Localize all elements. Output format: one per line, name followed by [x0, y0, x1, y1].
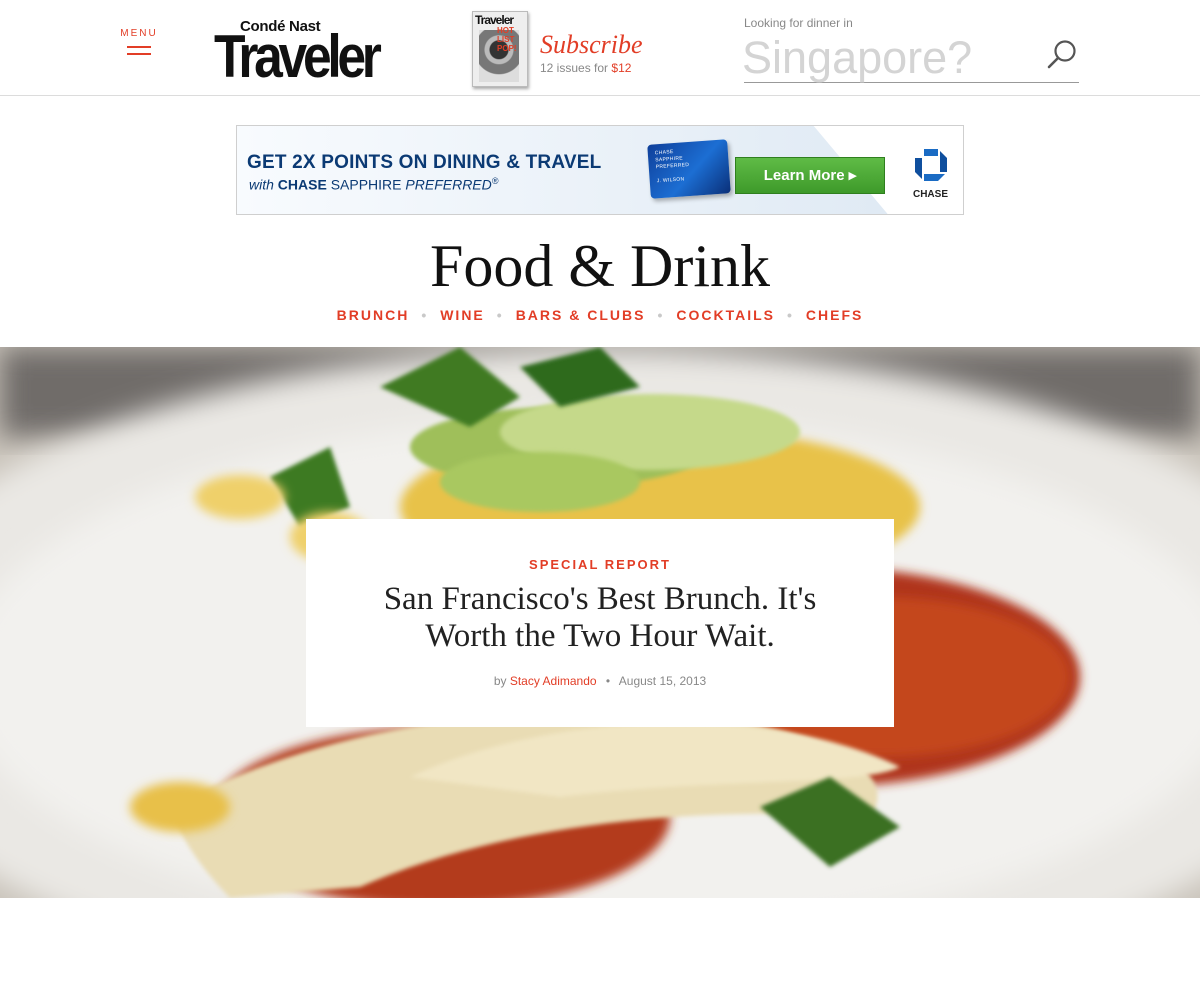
- byline-prefix: by: [493, 674, 507, 688]
- feature-title[interactable]: San Francisco's Best Brunch. It's Worth …: [346, 581, 854, 655]
- subscribe-price: $12: [611, 61, 632, 75]
- learn-more-button[interactable]: Learn More ▸: [735, 157, 885, 194]
- magazine-cover-thumbnail[interactable]: Traveler HOT LIST POP!: [472, 11, 528, 87]
- section-subnav: BRUNCH • WINE • BARS & CLUBS • COCKTAILS • CHEFS: [0, 307, 1200, 323]
- subnav-chefs[interactable]: CHEFS: [806, 307, 863, 323]
- search-box: Looking for dinner in: [742, 16, 1079, 84]
- publish-date: August 15, 2013: [618, 674, 707, 688]
- ad-sub-product: SAPPHIRE: [330, 176, 402, 193]
- section-title: Food & Drink: [429, 233, 771, 299]
- ad-headline: GET 2X POINTS ON DINING & TRAVEL: [247, 152, 602, 173]
- chase-logo-text: CHASE: [912, 189, 948, 200]
- subscribe-offer: 12 issues for $12: [540, 61, 643, 75]
- card-holder: J. WILSON: [656, 176, 685, 185]
- chase-octagon-icon: [915, 149, 947, 181]
- menu-label: MENU: [120, 28, 158, 39]
- subscribe-promo[interactable]: Subscribe 12 issues for $12: [540, 30, 643, 75]
- subnav-separator: •: [657, 307, 665, 323]
- ad-sub-brand: CHASE: [277, 176, 327, 193]
- feature-byline: by Stacy Adimando • August 15, 2013: [306, 674, 894, 688]
- subnav-cocktails[interactable]: COCKTAILS: [676, 307, 775, 323]
- hamburger-icon: [127, 46, 151, 55]
- site-header: MENU Condé Nast Traveler Traveler HOT LI…: [0, 0, 1200, 96]
- card-tier: PREFERRED: [655, 161, 690, 171]
- card-text: CHASE SAPPHIRE PREFERRED J. WILSON: [655, 148, 691, 185]
- feature-kicker[interactable]: SPECIAL REPORT: [306, 557, 894, 572]
- cover-tagline: HOT LIST POP!: [497, 26, 517, 53]
- author-link[interactable]: Stacy Adimando: [510, 674, 597, 688]
- subscribe-offer-text: 12 issues for: [540, 61, 609, 75]
- byline-separator: •: [605, 674, 611, 688]
- chase-banner-ad[interactable]: GET 2X POINTS ON DINING & TRAVEL with CH…: [236, 125, 964, 215]
- logo-wordmark: Traveler: [214, 23, 382, 90]
- site-logo[interactable]: Condé Nast Traveler: [214, 14, 382, 87]
- subscribe-link[interactable]: Subscribe: [540, 30, 643, 60]
- subnav-wine[interactable]: WINE: [440, 307, 485, 323]
- ad-subline: with CHASE SAPPHIRE PREFERRED®: [249, 176, 498, 193]
- search-label: Looking for dinner in: [744, 16, 853, 30]
- menu-button[interactable]: MENU: [118, 28, 160, 60]
- cover-title: Traveler: [475, 13, 514, 27]
- subnav-separator: •: [421, 307, 429, 323]
- subnav-separator: •: [496, 307, 504, 323]
- subnav-separator: •: [787, 307, 794, 323]
- credit-card-image: CHASE SAPPHIRE PREFERRED J. WILSON: [647, 139, 731, 199]
- subnav-brunch[interactable]: BRUNCH: [337, 307, 410, 323]
- search-input[interactable]: [742, 32, 1042, 84]
- subnav-bars-clubs[interactable]: BARS & CLUBS: [516, 307, 646, 323]
- ad-sub-mark: ®: [491, 176, 499, 186]
- chase-logo-block: CHASE: [898, 126, 963, 214]
- ad-sub-tier: PREFERRED: [405, 176, 492, 193]
- ad-sub-with: with: [249, 176, 274, 193]
- feature-card: SPECIAL REPORT San Francisco's Best Brun…: [306, 519, 894, 727]
- search-icon[interactable]: [1046, 38, 1078, 70]
